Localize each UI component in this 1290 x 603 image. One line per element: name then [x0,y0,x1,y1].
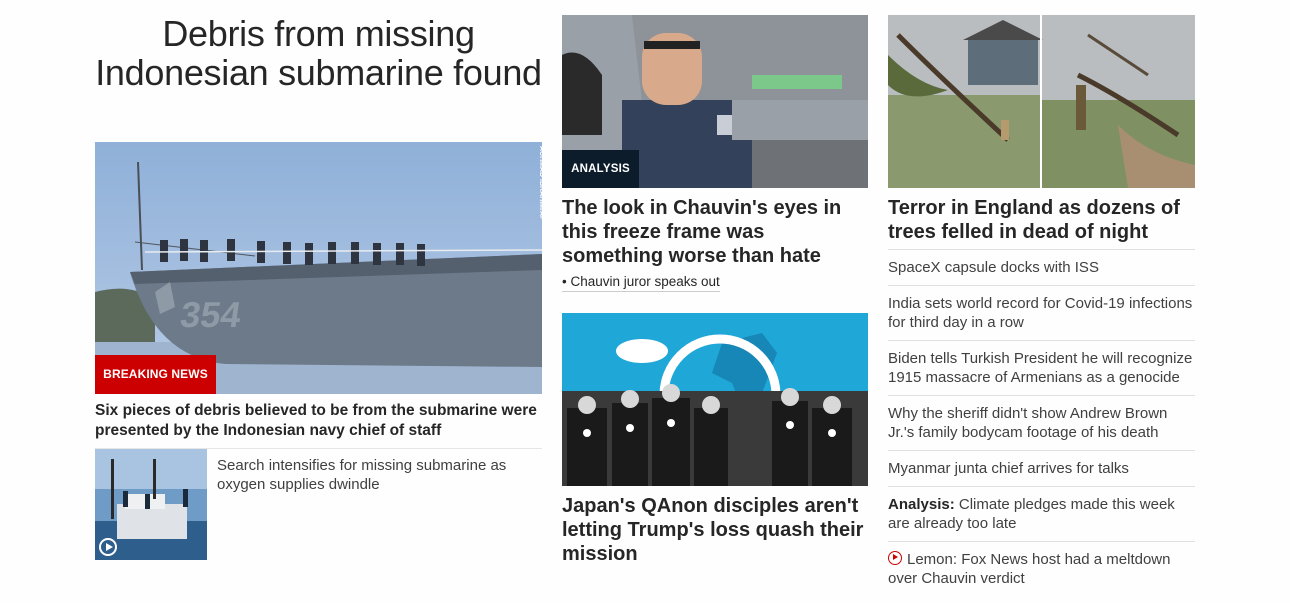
list-item[interactable]: Biden tells Turkish President he will re… [888,340,1195,395]
story-headline[interactable]: Japan's QAnon disciples aren't letting T… [562,494,868,566]
list-item[interactable]: Myanmar junta chief arrives for talks [888,450,1195,486]
qanon-image[interactable] [562,313,868,486]
svg-text:354: 354 [178,294,244,335]
list-item[interactable]: SpaceX capsule docks with ISS [888,249,1195,285]
breaking-news-badge: BREAKING NEWS [95,355,216,394]
play-icon [888,551,902,565]
analysis-badge: ANALYSIS [562,150,639,188]
video-thumbnail[interactable] [95,449,207,560]
list-item[interactable]: Why the sheriff didn't show Andrew Brown… [888,395,1195,450]
list-item[interactable]: Lemon: Fox News host had a meltdown over… [888,541,1195,596]
analysis-kicker: Analysis: [888,496,955,513]
story-headline[interactable]: Terror in England as dozens of trees fel… [888,196,1195,244]
trees-image[interactable] [888,15,1195,188]
related-link[interactable]: • Chauvin juror speaks out [562,273,720,292]
headline-list: SpaceX capsule docks with ISS India sets… [888,249,1195,596]
hero-caption[interactable]: Six pieces of debris believed to be from… [95,401,542,441]
play-icon[interactable] [99,538,117,556]
photo-credit: ACHMAD IBRAHIM/AP [538,146,545,221]
list-item[interactable]: India sets world record for Covid-19 inf… [888,285,1195,340]
story-headline[interactable]: The look in Chauvin's eyes in this freez… [562,196,868,268]
list-item[interactable]: Analysis: Climate pledges made this week… [888,486,1195,541]
main-headline[interactable]: Debris from missing Indonesian submarine… [95,14,542,92]
related-story-link[interactable]: Search intensifies for missing submarine… [217,456,527,494]
